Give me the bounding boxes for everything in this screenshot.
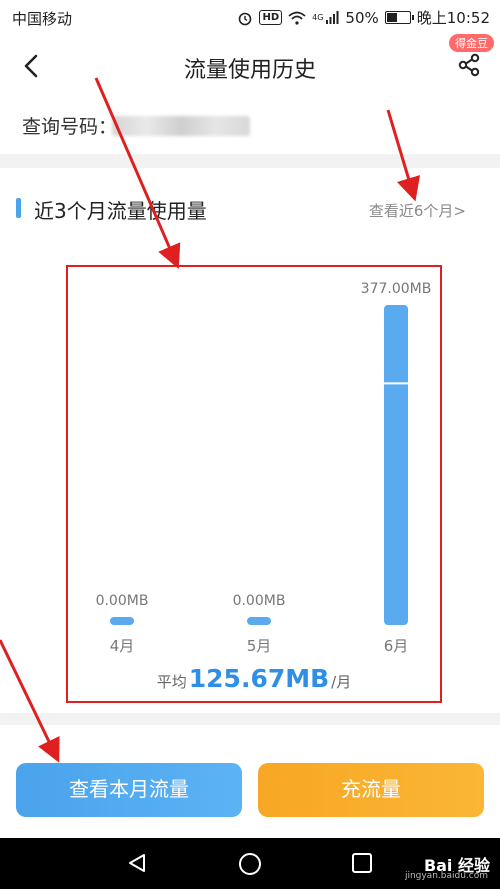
bar-5月	[247, 617, 271, 625]
page-title: 流量使用历史	[183, 58, 316, 83]
gold-bean-badge[interactable]: 得金豆	[449, 34, 494, 52]
bar-4月	[110, 617, 134, 625]
battery-icon	[384, 11, 414, 24]
battery-percent: 50%	[345, 8, 379, 27]
query-number-value-blurred	[112, 116, 250, 136]
watermark-url: jingyan.baidu.com	[404, 871, 488, 881]
category-label: 5月	[247, 637, 272, 655]
query-number-label: 查询号码：	[22, 116, 118, 138]
hd-badge: HD	[259, 10, 283, 25]
view-6-months-link[interactable]: 查看近6个月>	[369, 200, 466, 221]
average-value: 125.67MB	[188, 664, 330, 693]
bar-value-label: 0.00MB	[233, 593, 286, 609]
section-title: 近3个月流量使用量	[34, 199, 207, 223]
status-bar: 中国移动 HD 4G 50% 晚上10:52	[0, 0, 500, 34]
chart-svg: 0.00MB 4月 0.00MB 5月 377.00MB 6月	[96, 281, 432, 655]
average-prefix: 平均	[156, 673, 187, 691]
back-triangle-icon[interactable]	[126, 852, 148, 874]
signal-icon	[326, 10, 339, 24]
section-header: 近3个月流量使用量 查看近6个月>	[0, 186, 500, 232]
bottom-divider	[0, 713, 500, 725]
view-this-month-button[interactable]: 查看本月流量	[16, 763, 242, 817]
recents-square-icon[interactable]	[351, 852, 373, 874]
carrier-label: 中国移动	[12, 10, 73, 28]
wifi-icon	[288, 11, 306, 25]
home-circle-icon[interactable]	[238, 852, 262, 876]
section-accent-bar	[16, 198, 21, 218]
category-label: 4月	[110, 637, 135, 655]
usage-bar-chart: 0.00MB 4月 0.00MB 5月 377.00MB 6月 平均125.67MB/月	[66, 265, 442, 703]
alarm-icon	[239, 12, 252, 25]
bar-value-label: 377.00MB	[361, 281, 432, 297]
query-number-row: 查询号码：	[0, 100, 500, 154]
bar-6月	[384, 305, 408, 625]
average-suffix: /月	[331, 673, 352, 691]
network-type: 4G	[312, 13, 324, 22]
section-divider	[0, 154, 500, 168]
navigation-bar: 流量使用历史 得金豆	[0, 34, 500, 100]
category-label: 6月	[384, 637, 409, 655]
average-usage: 平均125.67MB/月	[68, 664, 440, 693]
recharge-data-button[interactable]: 充流量	[258, 763, 484, 817]
share-icon[interactable]	[456, 52, 482, 78]
annotation-arrow-button	[0, 639, 60, 763]
clock: 晚上10:52	[416, 9, 490, 27]
system-navigation-bar: Bai 经验 jingyan.baidu.com	[0, 838, 500, 889]
bar-value-label: 0.00MB	[96, 593, 149, 609]
status-icons: HD 4G 50% 晚上10:52	[237, 7, 490, 28]
